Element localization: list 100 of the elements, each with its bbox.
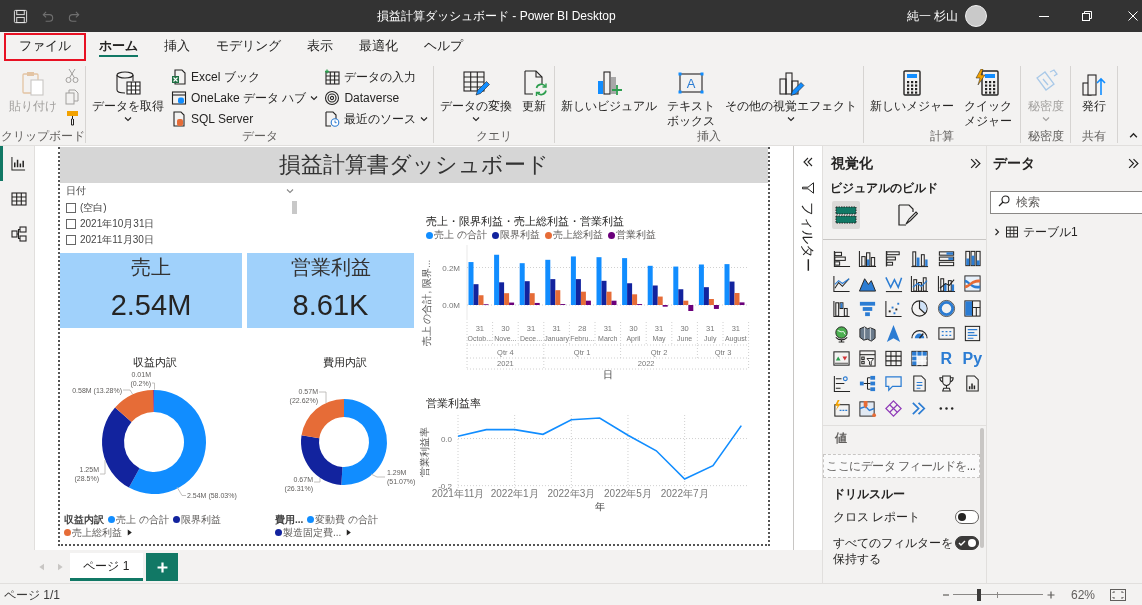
restore-icon[interactable] [1082,11,1092,21]
table-icon[interactable] [884,349,904,368]
diamond-icon[interactable] [884,399,904,418]
donut-chart-icon[interactable] [936,299,956,318]
slider-thumb[interactable] [977,588,982,601]
legend-label[interactable]: 売上 の合計 [434,229,487,241]
get-data-button[interactable]: データを取得 [89,66,167,123]
card-icon[interactable] [936,324,956,343]
legend-label[interactable]: 売上 の合計 [116,513,169,526]
legend-label[interactable]: 営業利益 [615,229,656,241]
legend-label[interactable]: 限界利益 [180,513,221,526]
line-list-icon[interactable] [832,374,851,393]
ribbon-button[interactable]: 更新 [517,66,552,114]
speech-bubble-icon[interactable] [884,374,904,393]
slicer-item[interactable]: 2021年10月31日 [80,217,155,231]
ribbon-button[interactable]: A テキストボックス [662,66,721,129]
line-chart-icon[interactable] [832,274,851,293]
globe-icon[interactable] [832,324,851,343]
waterfall-chart-icon[interactable] [832,299,851,318]
lightning-card-icon[interactable] [832,399,851,418]
diagram-icon[interactable] [10,225,27,242]
source-button[interactable]: 最近のソース [322,108,431,129]
funnel-chart-icon[interactable] [858,299,878,318]
close-icon[interactable] [1128,11,1138,21]
menu-tab[interactable]: ファイル [4,33,86,61]
stacked-column-chart-icon[interactable] [858,249,878,268]
search-field[interactable]: 検索 [990,190,1142,214]
toggle-switch[interactable] [955,510,979,524]
scrollbar-thumb[interactable] [292,201,297,214]
page-tab[interactable]: ページ 1 [70,553,143,581]
ribbon-button[interactable]: 新しいビジュアル [558,66,661,114]
drop-field[interactable]: ここにデータ フィールドを... [823,454,980,478]
trend-indicator-icon[interactable] [832,349,851,368]
ribbon-chart-icon[interactable] [962,274,982,293]
menu-tab[interactable]: 表示 [294,33,346,61]
source-button[interactable]: Dataverse [322,87,431,108]
map-pin-icon[interactable] [858,399,878,418]
source-button[interactable]: Excel ブック [169,66,321,87]
trophy-icon[interactable] [936,374,956,393]
tree-item[interactable]: テーブル1 [993,223,1078,241]
toggle-switch[interactable] [955,536,979,550]
scatter-chart-icon[interactable] [884,299,904,318]
legend-label[interactable]: 製造固定費... [283,526,342,539]
clustered-column-chart-icon[interactable] [910,249,930,268]
column-chart-icon[interactable] [962,249,982,268]
matrix-icon[interactable] [910,349,930,368]
stacked-bar-chart-icon[interactable] [832,249,851,268]
menu-tab[interactable]: モデリング [203,33,294,61]
menu-tab[interactable]: ヘルプ [411,33,476,61]
slicer-item[interactable]: 2021年11月30日 [80,233,154,247]
line-and-column-chart-icon[interactable] [936,274,956,293]
plus-icon[interactable] [1046,590,1055,599]
list-card-icon[interactable] [962,324,982,343]
menu-tab[interactable]: 最適化 [346,33,411,61]
caret-right-icon[interactable] [126,529,133,536]
avatar[interactable] [965,5,987,27]
save-icon[interactable] [13,8,28,24]
source-button[interactable]: OneLake データ ハブ [169,87,321,108]
bar-chart-icon[interactable] [11,156,26,171]
ribbon-button[interactable]: データの変換 [437,66,516,123]
filter-list-icon[interactable] [858,349,878,368]
caret-right-icon[interactable] [345,529,353,536]
checkbox[interactable] [66,235,76,245]
checkbox[interactable] [66,203,76,213]
chevron-up-icon[interactable] [1129,131,1138,140]
fit-to-page-icon[interactable] [1110,588,1126,601]
source-button[interactable]: SQL Server [169,108,321,129]
funnel-icon[interactable] [802,182,814,194]
map-icon[interactable] [858,324,878,343]
legend-label[interactable]: 変動費 の合計 [315,513,379,526]
double-chevron-left-icon[interactable] [803,157,813,167]
treemap-icon[interactable] [962,299,982,318]
pie-chart-icon[interactable] [910,299,930,318]
table-icon[interactable] [10,190,27,207]
scrollbar-thumb[interactable] [980,428,984,548]
source-button[interactable]: データの入力 [322,66,431,87]
zoom-slider[interactable] [952,588,1043,601]
ribbon-button[interactable]: 新しいメジャー [867,66,958,114]
legend-label[interactable]: 売上総利益 [72,526,122,539]
double-chevron-right-icon[interactable] [970,157,981,169]
line-chart-icon[interactable] [884,274,904,293]
checkbox[interactable] [66,219,76,229]
ribbon-button[interactable]: 発行 [1077,66,1112,114]
script-visual-button[interactable]: R [940,349,952,368]
script-visual-button[interactable]: Py [962,349,983,368]
legend-label[interactable]: 売上総利益 [552,229,603,241]
bar-chart-icon[interactable] [936,249,956,268]
legend-label[interactable]: 限界利益 [499,229,540,241]
double-chevron-right-icon[interactable] [1128,157,1139,169]
filters-label[interactable]: フィルター [800,202,816,272]
ribbon-button[interactable]: クイックメジャー [959,66,1018,129]
slicer-item[interactable]: (空白) [80,201,107,215]
tree-diagram-icon[interactable] [858,374,878,393]
add-page-button[interactable] [146,553,178,581]
line-and-column-chart-icon[interactable] [910,274,930,293]
menu-tab[interactable]: ホーム [86,33,151,61]
menu-tab[interactable]: 挿入 [151,33,203,61]
pane-tab[interactable] [832,201,860,229]
zoom-percentage[interactable]: 62% [1070,585,1095,604]
ribbon-button[interactable]: その他の視覚エフェクト [722,66,861,123]
